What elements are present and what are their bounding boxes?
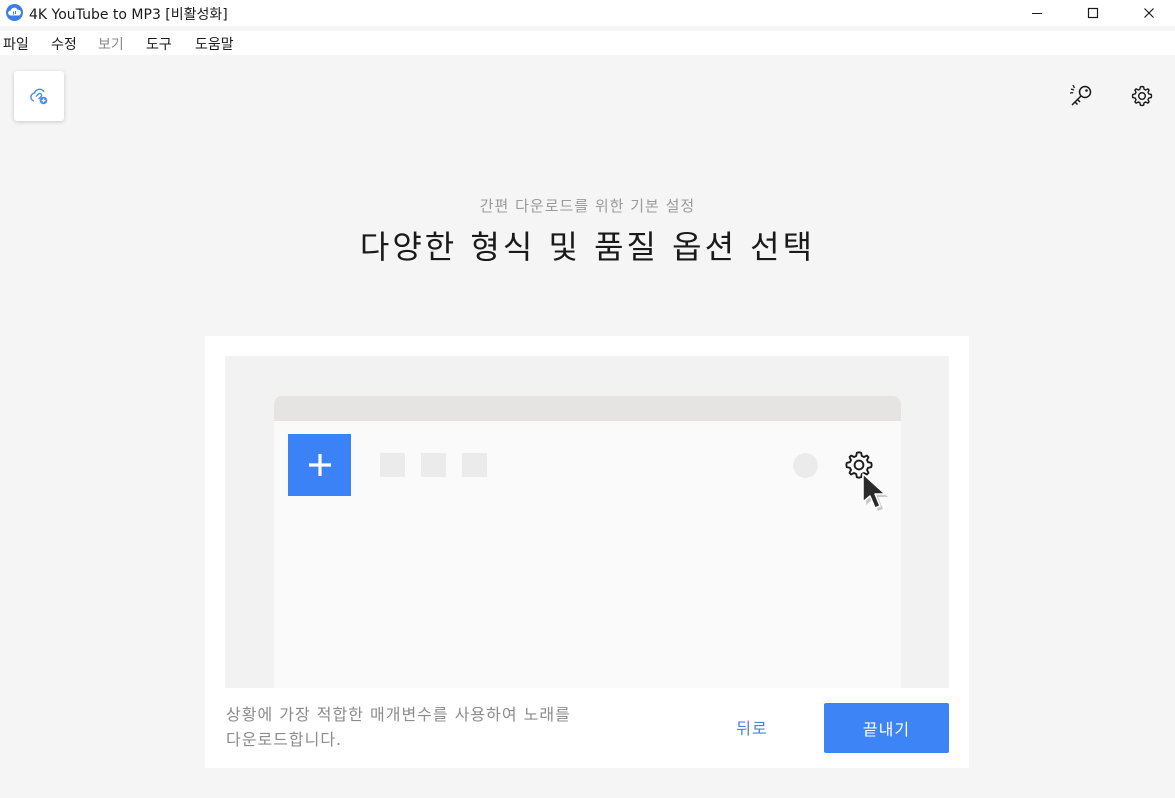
illustration-circle-placeholder	[793, 453, 818, 478]
onboarding-card: 상황에 가장 적합한 매개변수를 사용하여 노래를 다운로드합니다. 뒤로 끝내…	[205, 336, 969, 768]
illustration-titlebar	[274, 396, 901, 421]
illustration-placeholder	[462, 453, 487, 477]
onboarding-illustration	[225, 356, 949, 688]
key-icon	[1069, 84, 1092, 106]
title-bar: 4K YouTube to MP3 [비활성화]	[0, 0, 1175, 26]
cloud-link-add-icon	[30, 88, 48, 105]
description-line: 상황에 가장 적합한 매개변수를 사용하여 노래를	[226, 705, 571, 724]
minimize-button[interactable]	[1014, 0, 1060, 26]
close-icon	[1144, 8, 1154, 18]
menu-help[interactable]: 도움말	[195, 34, 234, 54]
onboarding-headline: 다양한 형식 및 품질 옵션 선택	[359, 228, 816, 266]
close-button[interactable]	[1126, 0, 1172, 26]
app-logo-icon	[6, 4, 23, 21]
finish-button-label: 끝내기	[862, 720, 911, 739]
window-title: 4K YouTube to MP3 [비활성화]	[29, 7, 228, 23]
maximize-icon	[1087, 7, 1099, 19]
minimize-icon	[1032, 13, 1042, 14]
maximize-button[interactable]	[1070, 0, 1116, 26]
illustration-placeholder	[421, 453, 446, 477]
menu-file[interactable]: 파일	[3, 34, 29, 54]
illustration-app-window	[274, 396, 901, 688]
menu-bar: 파일 수정 보기 도구 도움말	[0, 31, 1175, 55]
paste-link-button[interactable]	[14, 71, 64, 121]
menu-view[interactable]: 보기	[98, 34, 124, 54]
back-button[interactable]: 뒤로	[717, 715, 787, 739]
illustration-add-button	[288, 434, 351, 496]
description-line: 다운로드합니다.	[226, 730, 343, 749]
finish-button[interactable]: 끝내기	[824, 703, 949, 753]
plus-icon	[308, 454, 331, 476]
gear-icon	[1131, 85, 1153, 107]
menu-edit[interactable]: 수정	[51, 34, 77, 54]
mouse-cursor-icon	[862, 473, 888, 511]
menu-tools[interactable]: 도구	[146, 34, 172, 54]
settings-button[interactable]	[1127, 81, 1157, 111]
illustration-placeholder	[380, 453, 405, 477]
onboarding-subtitle: 간편 다운로드를 위한 기본 설정	[479, 197, 696, 215]
onboarding-description: 상황에 가장 적합한 매개변수를 사용하여 노래를 다운로드합니다.	[226, 702, 626, 752]
license-key-button[interactable]	[1064, 80, 1098, 112]
